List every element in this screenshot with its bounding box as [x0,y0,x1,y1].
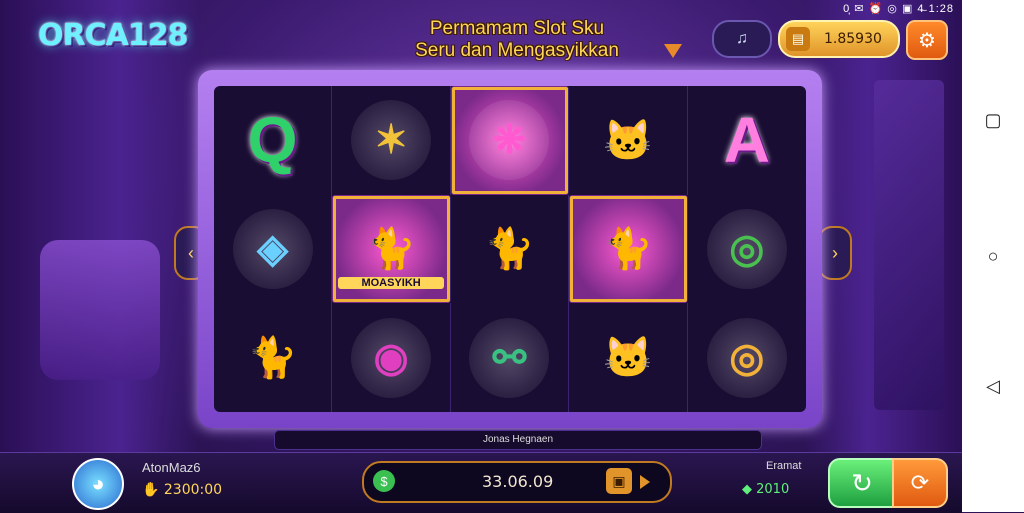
green-coin-symbol: ◎ [706,208,787,289]
reel-cell: Q [214,86,333,195]
gold-coin-symbol: ◎ [706,317,787,398]
wallet-icon: ▤ [786,27,810,51]
extra-value: ◆ 2010 [742,482,789,497]
title-arrow-icon [664,44,682,58]
reel-cell: ◎ [688,303,806,412]
background-armchair [40,240,160,380]
pink-eye-hat-symbol: ◉ [351,317,432,398]
status-bar: 0̩̩ ✉ ⏰ ◎ ▣ 4̶ 1:28 [843,3,954,15]
sound-toggle-button[interactable]: ♫ [712,20,772,58]
background-pillar [874,80,944,410]
reel-cell: ⚯ [451,303,570,412]
reel-grid: Q ✶ ❋ 🐱 A ◈ 🐈 MOASYIKH 🐈 🐈 ◎ 🐈 ◉ ⚯ 🐱 ◎ [214,86,806,412]
bet-value: 33.06.09 [482,472,554,491]
player-coins: ✋ 2300:00 [142,482,222,498]
letter-q-symbol: Q [247,104,298,177]
coin-hand-icon: ✋ [142,482,160,498]
spin-button[interactable]: ↻ [828,458,896,508]
game-logo: ORCA128 [38,18,188,53]
balance-value: 1.85930 [824,31,882,47]
home-icon[interactable]: ○ [983,246,1003,266]
recents-icon[interactable]: ▢ [983,110,1003,130]
green-cat-symbol: 🐈 [602,227,653,272]
chevron-right-icon: › [832,242,838,263]
reel-cell: ❋ [450,86,570,195]
pink-medallion-symbol: ❋ [469,100,550,181]
white-cat-symbol: 🐱 [602,118,653,163]
pink-cat-symbol: 🐱 [602,336,653,381]
autoplay-button[interactable]: ⟳ [892,458,948,508]
reel-cell: ✶ [332,86,451,195]
reel-cell: 🐱 [569,303,688,412]
reel-cell: A [688,86,806,195]
reel-cell: ◎ [688,195,806,304]
avatar[interactable]: ◕ [72,458,124,510]
reel-frame: Q ✶ ❋ 🐱 A ◈ 🐈 MOASYIKH 🐈 🐈 ◎ 🐈 ◉ ⚯ 🐱 ◎ [198,70,822,428]
green-wand-symbol: ⚯ [469,317,550,398]
bet-selector[interactable]: $ 33.06.09 ▣ [362,461,672,503]
player-coins-value: 2300:00 [163,482,223,498]
spin-icon: ↻ [851,467,873,498]
gem-icon: ◆ [742,482,752,497]
letter-a-symbol: A [723,104,770,177]
reel-cell: ◈ [214,194,333,304]
back-icon[interactable]: ◁ [983,376,1003,396]
sound-toggle-icon: ♫ [736,30,748,47]
reel-cell: 🐱 [569,86,688,195]
extra-value-text: 2010 [756,482,790,497]
red-cat-symbol: 🐈 [484,227,535,272]
settings-button[interactable]: ⚙ [906,20,948,60]
reel-next-button[interactable]: › [818,226,852,280]
reel-cell: 🐈 [451,194,570,304]
balance-display[interactable]: ▤ 1.85930 [778,20,900,58]
avatar-icon: ◕ [91,471,105,496]
extra-label: Eramat [766,460,802,472]
coin-icon: $ [373,470,395,492]
player-name: AtonMaz6 [142,460,201,475]
lock-icon[interactable]: ▣ [606,468,632,494]
reel-caption: Jonas Hegnaen [274,430,762,450]
title-line-1: Permamam Slot Sku [429,18,605,39]
symbol-label: MOASYIKH [338,277,444,290]
fox-cat-symbol: 🐈 [247,336,298,381]
android-nav-bar: ▢ ○ ◁ [962,0,1024,512]
reel-cell: ◉ [332,303,451,412]
gear-icon: ⚙ [918,29,936,52]
autoplay-icon: ⟳ [910,470,930,495]
blue-shield-symbol: ◈ [232,208,313,289]
reel-cell: 🐈 [214,303,333,412]
star-gem-symbol: ✶ [351,100,432,181]
bet-increase-icon[interactable] [640,475,650,489]
reel-cell: 🐈 MOASYIKH [332,194,451,304]
page-title: Permamam Slot Sku Seru dan Mengasyikkan [382,18,652,62]
reel-cell: 🐈 [569,194,688,304]
title-line-2: Seru dan Mengasyikkan [415,40,619,61]
chevron-left-icon: ‹ [188,242,194,263]
